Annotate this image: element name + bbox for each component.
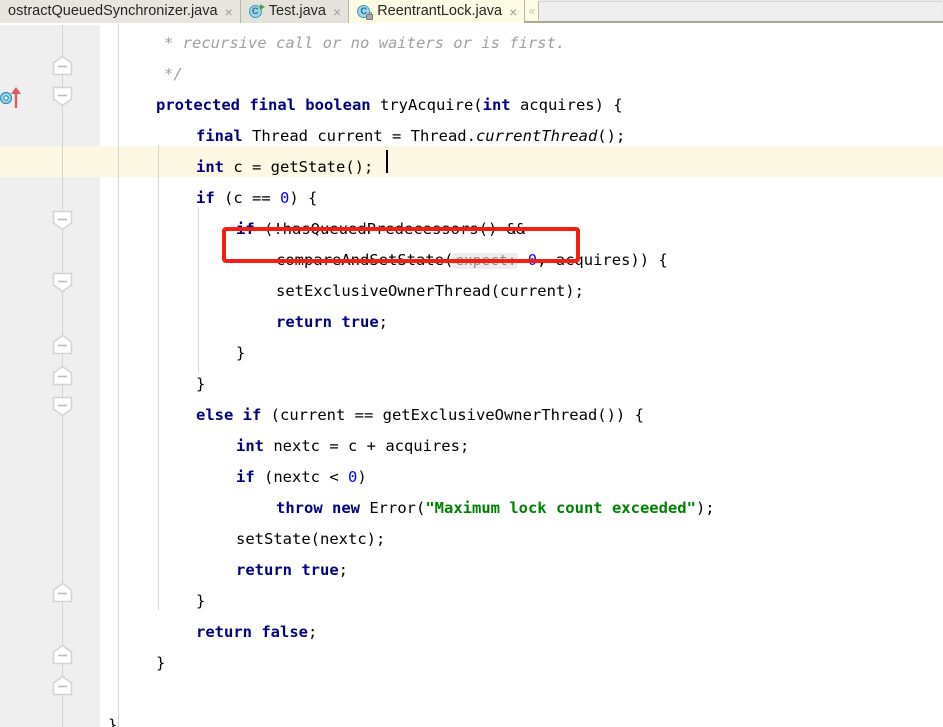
code-line[interactable]: throw new Error("Maximum lock count exce… (276, 493, 715, 524)
editor-tab-bar: ostractQueuedSynchronizer.java × C Test.… (0, 0, 943, 23)
code-line[interactable]: protected final boolean tryAcquire(int a… (156, 90, 623, 121)
tab-close-icon[interactable]: × (333, 5, 341, 19)
code-token: (nextc < (254, 468, 348, 486)
code-line[interactable]: } (236, 338, 245, 369)
code-token: else if (196, 406, 262, 424)
code-token: tryAcquire( (370, 96, 483, 114)
tab-label: ostractQueuedSynchronizer.java (8, 3, 218, 19)
code-token: } (196, 592, 206, 610)
run-badge-icon (259, 4, 265, 10)
code-token: ; (378, 313, 388, 331)
code-token: (!hasQueuedPredecessors() && (254, 220, 526, 238)
code-token: if (196, 189, 215, 207)
code-token: protected final boolean (156, 96, 371, 114)
code-line[interactable]: final Thread current = Thread.currentThr… (196, 121, 625, 152)
code-token: } (196, 375, 206, 393)
code-token: 0 (518, 251, 538, 269)
code-token: c = getState(); (224, 158, 374, 176)
tab-overflow-chevron-icon[interactable]: « (525, 0, 539, 21)
code-line[interactable]: } (196, 586, 205, 617)
code-content[interactable]: * recursive call or no waiters or is fir… (0, 25, 943, 727)
code-line[interactable]: */ (164, 59, 183, 90)
code-token: } (236, 344, 246, 362)
code-line[interactable]: return true; (276, 307, 388, 338)
lock-badge-icon (366, 12, 374, 20)
tab-reentrant-lock-java[interactable]: C ReentrantLock.java × (349, 0, 526, 23)
code-token: return true (236, 561, 339, 579)
code-token: ) { (289, 189, 318, 207)
code-token: return true (276, 313, 379, 331)
code-line[interactable]: } (156, 648, 165, 679)
code-token: } (108, 716, 118, 727)
code-token: ; (307, 623, 318, 641)
code-token: * recursive call or no waiters or is fir… (164, 34, 566, 52)
tab-test-java[interactable]: C Test.java × (240, 0, 350, 23)
tab-label: Test.java (268, 3, 326, 19)
code-line[interactable]: int c = getState(); (196, 152, 373, 183)
code-token: nextc = c + acquires; (264, 437, 470, 455)
code-editor[interactable]: * recursive call or no waiters or is fir… (0, 25, 943, 727)
code-token: (c == (214, 189, 280, 207)
java-class-readonly-icon: C (357, 4, 374, 20)
code-token: if (236, 468, 255, 486)
text-caret (386, 150, 388, 173)
tab-close-icon[interactable]: × (509, 5, 517, 19)
code-token: currentThread (475, 127, 598, 145)
code-line[interactable]: * recursive call or no waiters or is fir… (164, 28, 565, 59)
code-token: if (236, 220, 255, 238)
tab-bar-filler (538, 1, 942, 20)
code-token: (); (597, 127, 626, 145)
code-line[interactable]: setState(nextc); (236, 524, 385, 555)
code-token: */ (164, 65, 183, 83)
code-token: int (482, 96, 511, 114)
code-line[interactable]: if (c == 0) { (196, 183, 317, 214)
code-token: , acquires)) { (537, 251, 668, 269)
code-token: acquires) { (510, 96, 623, 114)
tab-label: ReentrantLock.java (377, 3, 503, 19)
java-class-runnable-icon: C (248, 4, 265, 19)
code-line[interactable]: if (!hasQueuedPredecessors() && (236, 214, 525, 245)
code-line[interactable]: } (196, 369, 205, 400)
code-token: 0 (280, 189, 290, 207)
code-token: Error( (360, 499, 426, 517)
code-line[interactable]: } (108, 710, 117, 727)
code-line[interactable]: else if (current == getExclusiveOwnerThr… (196, 400, 644, 431)
code-line[interactable]: return false; (196, 617, 317, 648)
code-line[interactable]: if (nextc < 0) (236, 462, 367, 493)
code-token: ; (338, 561, 348, 579)
tab-abstract-queued-synchronizer[interactable]: ostractQueuedSynchronizer.java × (0, 0, 241, 23)
code-token: 0 (348, 468, 358, 486)
code-token: ); (695, 499, 715, 517)
parameter-hint: expect: (453, 253, 519, 269)
code-token: "Maximum lock count exceeded" (425, 499, 696, 517)
code-token: setExclusiveOwnerThread(current); (276, 282, 584, 300)
code-token: final (196, 127, 243, 145)
tab-close-icon[interactable]: × (225, 5, 233, 19)
code-line[interactable]: return true; (236, 555, 348, 586)
code-token: int (196, 158, 224, 176)
code-token: int (236, 437, 264, 455)
code-token: ) (357, 468, 367, 486)
code-token: Thread current = Thread. (242, 127, 476, 145)
code-line[interactable]: compareAndSetState(expect: 0, acquires))… (276, 245, 668, 276)
code-token: compareAndSetState( (276, 251, 454, 269)
code-line[interactable]: setExclusiveOwnerThread(current); (276, 276, 584, 307)
code-token: throw new (276, 499, 360, 517)
code-line[interactable]: int nextc = c + acquires; (236, 431, 469, 462)
code-token: (current == getExclusiveOwnerThread()) { (261, 406, 644, 424)
code-token: } (156, 654, 166, 672)
code-token: return false (196, 623, 308, 641)
code-token: setState(nextc); (236, 530, 386, 548)
